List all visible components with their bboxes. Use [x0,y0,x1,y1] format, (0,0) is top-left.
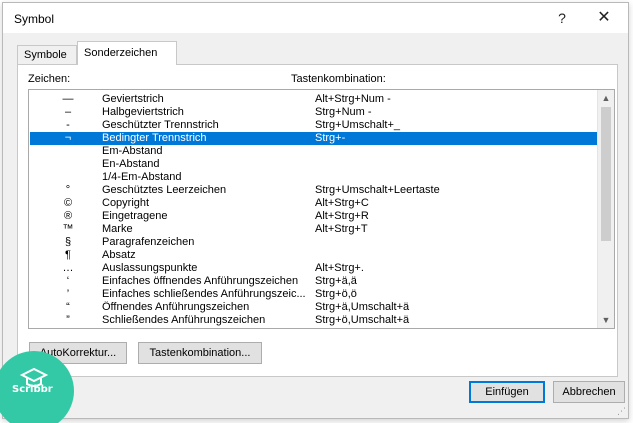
list-item-name: Bedingter Trennstrich [102,132,207,144]
list-item-shortcut: Alt+Strg+C [315,197,369,209]
list-item[interactable]: § Paragrafenzeichen [30,236,598,249]
scribbr-logo-text: Scribbr [12,384,53,395]
resize-grip-icon[interactable]: ⋰ [616,406,626,416]
list-item[interactable]: En-Abstand [30,158,598,171]
scroll-up-icon[interactable]: ▲ [598,90,614,106]
list-item[interactable]: ® Eingetragene Alt+Strg+R [30,210,598,223]
list-item-char: ‑ [66,119,70,131]
list-item-name: Geschützter Trennstrich [102,119,219,131]
title-bar: Symbol ? ✕ [3,3,628,33]
list-item-char: … [62,262,74,274]
list-item[interactable]: — Geviertstrich Alt+Strg+Num - [30,93,598,106]
list-item-name: Halbgeviertstrich [102,106,184,118]
list-item-name: Einfaches öffnendes Anführungszeichen [102,275,299,287]
list-item-name: Geschütztes Leerzeichen [102,184,227,196]
list-item-name: Eingetragene [102,210,168,222]
list-item[interactable]: ’ Einfaches schließendes Anführungszeic..… [30,288,598,301]
list-item[interactable]: ‑ Geschützter Trennstrich Strg+Umschalt+_ [30,119,598,132]
help-icon[interactable]: ? [548,7,576,29]
list-item-shortcut: Alt+Strg+T [315,223,368,235]
list-rows: — Geviertstrich Alt+Strg+Num - – Halbgeviert… [30,93,598,327]
list-item-name: Marke [102,223,133,235]
close-icon[interactable]: ✕ [590,7,618,29]
list-item[interactable]: Em-Abstand [30,145,598,158]
list-item-name: Absatz [102,249,136,261]
list-item-name: Auslassungspunkte [102,262,198,274]
list-item[interactable]: ° Geschütztes Leerzeichen Strg+Umschalt+Le… [30,184,598,197]
list-item-char: ° [65,184,71,196]
list-item[interactable]: ™ Marke Alt+Strg+T [30,223,598,236]
list-item[interactable]: ‘ Einfaches öffnendes Anführungszeichen St… [30,275,598,288]
list-item-shortcut: Strg+- [315,132,346,144]
list-item-name: En-Abstand [102,158,160,170]
list-item-char: ® [63,210,73,222]
list-item[interactable]: ¶ Absatz [30,249,598,262]
list-item-name: Öffnendes Anführungszeichen [102,301,250,313]
list-item-shortcut: Alt+Strg+R [315,210,369,222]
list-item[interactable]: … Auslassungspunkte Alt+Strg+. [30,262,598,275]
einfuegen-button[interactable]: Einfügen [469,381,545,403]
abbrechen-button[interactable]: Abbrechen [553,381,625,403]
list-item-char: § [64,236,72,248]
sonderzeichen-panel: Zeichen: Tastenkombination: — Geviertstri… [17,64,618,377]
list-item-shortcut: Strg+Num - [315,106,372,118]
list-item-name: Einfaches schließendes Anführungszeic... [102,288,306,300]
list-item-char: ¬ [64,132,72,144]
list-item[interactable]: – Halbgeviertstrich Strg+Num - [30,106,598,119]
scrollbar-thumb[interactable] [601,107,611,241]
list-item[interactable]: 1/4-Em-Abstand [30,171,598,184]
tab-symbole-label: Symbole [24,49,67,61]
list-item-name: Geviertstrich [102,93,164,105]
list-item-char: – [64,106,72,118]
list-item-shortcut: Strg+ö,Umschalt+ä [315,314,410,326]
column-header-zeichen: Zeichen: [28,73,71,85]
scroll-down-icon[interactable]: ▼ [598,312,614,328]
list-item-shortcut: Strg+Umschalt+Leertaste [315,184,440,196]
list-item-char: ¶ [65,249,71,261]
column-header-tastenkombination: Tastenkombination: [291,73,386,85]
list-item-name: 1/4-Em-Abstand [102,171,182,183]
window-title: Symbol [14,12,55,26]
tastenkombination-button[interactable]: Tastenkombination... [138,342,262,364]
list-item-name: Schließendes Anführungszeichen [102,314,266,326]
list-item-shortcut: Alt+Strg+. [315,262,364,274]
list-item-shortcut: Strg+Umschalt+_ [315,119,400,131]
tab-symbole[interactable]: Symbole [17,45,77,64]
vertical-scrollbar[interactable]: ▲ ▼ [597,90,614,328]
list-item-char: “ [66,301,70,313]
list-item-name: Paragrafenzeichen [102,236,195,248]
list-item-char: ™ [62,223,74,235]
list-item[interactable]: © Copyright Alt+Strg+C [30,197,598,210]
list-item-name: Em-Abstand [102,145,163,157]
list-item-shortcut: Strg+ö,ö [315,288,357,300]
tab-sonderzeichen-label: Sonderzeichen [84,47,158,59]
list-item-shortcut: Strg+ä,ä [315,275,357,287]
list-item-name: Copyright [102,197,150,209]
list-item-char: ” [66,314,70,326]
tab-sonderzeichen[interactable]: Sonderzeichen [77,41,177,65]
list-item[interactable]: ” Schließendes Anführungszeichen Strg+ö,Um… [30,314,598,327]
list-item-char: ‘ [66,275,70,287]
list-item-char: ’ [66,288,70,300]
list-item-char: © [63,197,73,209]
special-characters-list[interactable]: — Geviertstrich Alt+Strg+Num - – Halbgeviert… [28,89,615,329]
list-item-shortcut: Strg+ä,Umschalt+ä [315,301,410,313]
list-item[interactable]: ¬ Bedingter Trennstrich Strg+- [30,132,598,145]
list-item-shortcut: Alt+Strg+Num - [315,93,391,105]
symbol-dialog: Symbol ? ✕ Symbole Sonderzeichen Zeichen… [2,2,629,419]
list-item-char: — [62,93,74,105]
list-item[interactable]: “ Öffnendes Anführungszeichen Strg+ä,Umsch… [30,301,598,314]
